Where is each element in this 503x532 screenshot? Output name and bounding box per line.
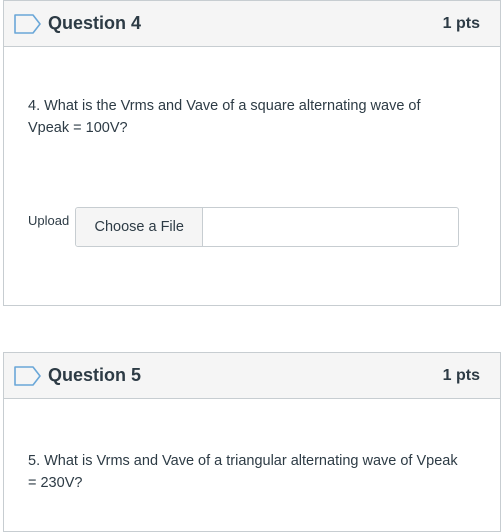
question-4-card: Question 4 1 pts 4. What is the Vrms and… — [3, 0, 501, 306]
upload-row: Upload Choose a File — [28, 207, 460, 247]
choose-file-button[interactable]: Choose a File — [76, 208, 204, 246]
question-4-header: Question 4 1 pts — [4, 1, 500, 47]
upload-label: Upload — [28, 213, 70, 228]
question-5-card: Question 5 1 pts 5. What is Vrms and Vav… — [3, 352, 501, 532]
question-text: 4. What is the Vrms and Vave of a square… — [28, 98, 421, 136]
flag-question-icon[interactable] — [12, 13, 42, 35]
question-title: Question 4 — [48, 13, 142, 33]
question-5-header: Question 5 1 pts — [4, 353, 500, 399]
question-points: 1 pts — [442, 366, 480, 384]
question-text: 5. What is Vrms and Vave of a triangular… — [28, 453, 458, 491]
file-name-field[interactable] — [203, 208, 458, 246]
flag-question-icon[interactable] — [12, 365, 42, 387]
file-upload-input[interactable]: Choose a File — [75, 207, 460, 247]
question-title: Question 5 — [48, 365, 142, 385]
question-points: 1 pts — [442, 14, 480, 32]
